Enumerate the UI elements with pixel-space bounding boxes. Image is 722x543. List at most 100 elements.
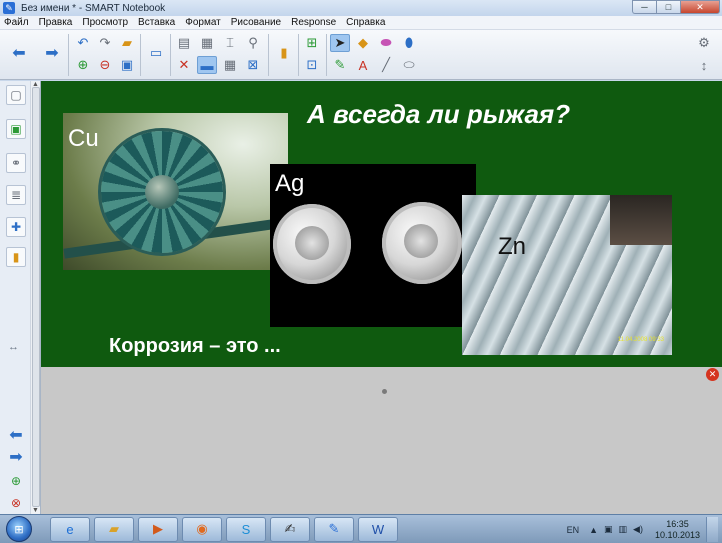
copper-photo[interactable]: Cu: [63, 113, 288, 270]
redo-icon[interactable]: ↷: [95, 34, 115, 52]
pens-icon[interactable]: ✎: [330, 56, 350, 74]
previous-page-icon[interactable]: ⬅: [9, 44, 29, 62]
canvas-center-dot: [382, 389, 387, 394]
side-panel: ▢ ▣ ⚭ ≣ ✚ ▮ ↔ ⬅ ➡ ⊕ ⊗ ▲ ▼: [0, 81, 41, 514]
search-tool-icon[interactable]: ⚲: [243, 34, 263, 52]
zinc-label: Zn: [498, 233, 527, 260]
delete-page-side-icon[interactable]: ⊗: [6, 493, 26, 513]
table-icon[interactable]: ▦: [220, 56, 240, 74]
menu-insert[interactable]: Вставка: [133, 17, 180, 28]
file-explorer-icon[interactable]: ▰: [94, 516, 134, 542]
clock[interactable]: 16:35 10.10.2013: [655, 519, 700, 541]
menu-response[interactable]: Response: [286, 17, 341, 28]
paste-icon[interactable]: ▤: [174, 34, 194, 52]
toolbar-separator: [140, 34, 141, 76]
page-sorter-icon[interactable]: ▢: [6, 85, 26, 105]
fit-page-icon[interactable]: ⊠: [243, 56, 263, 74]
add-ons-tab-icon[interactable]: ✚: [6, 217, 26, 237]
screen-display-icon[interactable]: ▭: [146, 44, 166, 62]
firefox-icon[interactable]: ◉: [182, 516, 222, 542]
side-panel-scrollbar[interactable]: ▲ ▼: [30, 81, 40, 514]
window-controls: ─ □ ✕: [632, 0, 720, 14]
window-title: Без имени * - SMART Notebook: [21, 2, 166, 14]
add-ons-icon[interactable]: ⊞: [302, 34, 322, 52]
resize-handle-icon[interactable]: ↔: [8, 341, 19, 353]
menu-edit[interactable]: Правка: [34, 17, 78, 28]
menu-bar: Файл Правка Просмотр Вставка Формат Рисо…: [0, 16, 722, 30]
open-file-icon[interactable]: ▰: [117, 34, 137, 52]
document-camera-icon[interactable]: ⌶: [220, 34, 240, 52]
scroll-down-arrow-icon[interactable]: ▼: [32, 507, 39, 514]
eraser-icon[interactable]: ⬬: [376, 34, 396, 52]
menu-draw[interactable]: Рисование: [226, 17, 286, 28]
magic-pen-icon[interactable]: ⬭: [399, 56, 419, 74]
scrollbar-thumb[interactable]: [32, 87, 40, 507]
language-indicator[interactable]: EN: [567, 525, 580, 535]
tray-expand-icon[interactable]: ▲: [589, 525, 598, 535]
response-icon[interactable]: ▮: [274, 44, 294, 62]
previous-page-side-icon[interactable]: ⬅: [6, 425, 26, 445]
delete-icon[interactable]: ✕: [174, 56, 194, 74]
start-button[interactable]: ⊞: [6, 516, 32, 542]
toolbar-separator: [170, 34, 171, 76]
copper-label: Cu: [68, 125, 99, 152]
silver-photo[interactable]: Ag: [270, 164, 476, 327]
response-tab-icon[interactable]: ▮: [6, 247, 26, 267]
tray-smart-icon[interactable]: ▣: [604, 524, 613, 535]
delete-page-icon[interactable]: ⊖: [95, 56, 115, 74]
notebook-canvas[interactable]: Cu Ag Zn 11.04.2008 09:33 А всегда ли ры…: [41, 81, 722, 514]
silver-label: Ag: [275, 170, 305, 197]
copper-flower-shape: [101, 131, 223, 253]
slide-page[interactable]: Cu Ag Zn 11.04.2008 09:33 А всегда ли ры…: [41, 81, 722, 367]
close-button[interactable]: ✕: [680, 0, 720, 14]
menu-help[interactable]: Справка: [341, 17, 390, 28]
toolbar-separator: [298, 34, 299, 76]
toolbar: ⬅ ➡ ↶ ↷ ▰ ⊕ ⊖ ▣ ▭ ▤ ▦ ⌶ ⚲ ✕ ▬ ▦ ⊠ ▮ ⊞ ⊡ …: [0, 30, 722, 80]
next-page-side-icon[interactable]: ➡: [6, 447, 26, 467]
photo-date-stamp: 11.04.2008 09:33: [617, 337, 664, 343]
toolbar-separator: [326, 34, 327, 76]
maximize-button[interactable]: □: [656, 0, 680, 14]
silver-coin-left: [273, 204, 351, 284]
properties-tab-icon[interactable]: ≣: [6, 185, 26, 205]
menu-format[interactable]: Формат: [180, 17, 226, 28]
shapes-icon[interactable]: ◆: [353, 34, 373, 52]
show-desktop-button[interactable]: [706, 517, 718, 542]
menu-view[interactable]: Просмотр: [77, 17, 133, 28]
select-pointer-icon[interactable]: ➤: [330, 34, 350, 52]
toolbar-separator: [68, 34, 69, 76]
save-icon[interactable]: ▣: [117, 56, 137, 74]
move-toolbar-icon[interactable]: ↕: [694, 56, 714, 74]
volume-icon[interactable]: ◀): [633, 524, 643, 535]
text-icon[interactable]: A: [353, 56, 373, 74]
screen-capture-icon[interactable]: ▦: [197, 34, 217, 52]
line-icon[interactable]: ╱: [376, 56, 396, 74]
minimize-button[interactable]: ─: [632, 0, 656, 14]
smart-notebook-app-icon[interactable]: ✎: [3, 2, 15, 14]
fill-icon[interactable]: ⬮: [399, 34, 419, 52]
network-icon[interactable]: ▥: [619, 524, 628, 535]
screen-shade-icon[interactable]: ▬: [197, 56, 217, 74]
title-bar: ✎ Без имени * - SMART Notebook ─ □ ✕: [0, 0, 722, 16]
media-player-icon[interactable]: ▶: [138, 516, 178, 542]
gallery-icon[interactable]: ▣: [6, 119, 26, 139]
properties-icon[interactable]: ⊡: [302, 56, 322, 74]
slide-subtitle[interactable]: Коррозия – это ...: [109, 335, 281, 358]
smart-tools-icon[interactable]: ✍: [270, 516, 310, 542]
smart-notebook-taskbar-icon[interactable]: ✎: [314, 516, 354, 542]
skype-icon[interactable]: S: [226, 516, 266, 542]
internet-explorer-icon[interactable]: e: [50, 516, 90, 542]
close-icon[interactable]: ✕: [706, 368, 719, 381]
zinc-photo[interactable]: Zn 11.04.2008 09:33: [462, 195, 672, 355]
toolbar-separator: [268, 34, 269, 76]
add-page-icon[interactable]: ⊕: [73, 56, 93, 74]
settings-gear-icon[interactable]: ⚙: [694, 34, 714, 52]
next-page-icon[interactable]: ➡: [42, 44, 62, 62]
microsoft-word-icon[interactable]: W: [358, 516, 398, 542]
add-page-side-icon[interactable]: ⊕: [6, 471, 26, 491]
slide-title[interactable]: А всегда ли рыжая?: [307, 99, 570, 130]
menu-file[interactable]: Файл: [0, 17, 34, 28]
undo-icon[interactable]: ↶: [73, 34, 93, 52]
zinc-photo-shadow: [610, 195, 672, 245]
attachments-icon[interactable]: ⚭: [6, 153, 26, 173]
